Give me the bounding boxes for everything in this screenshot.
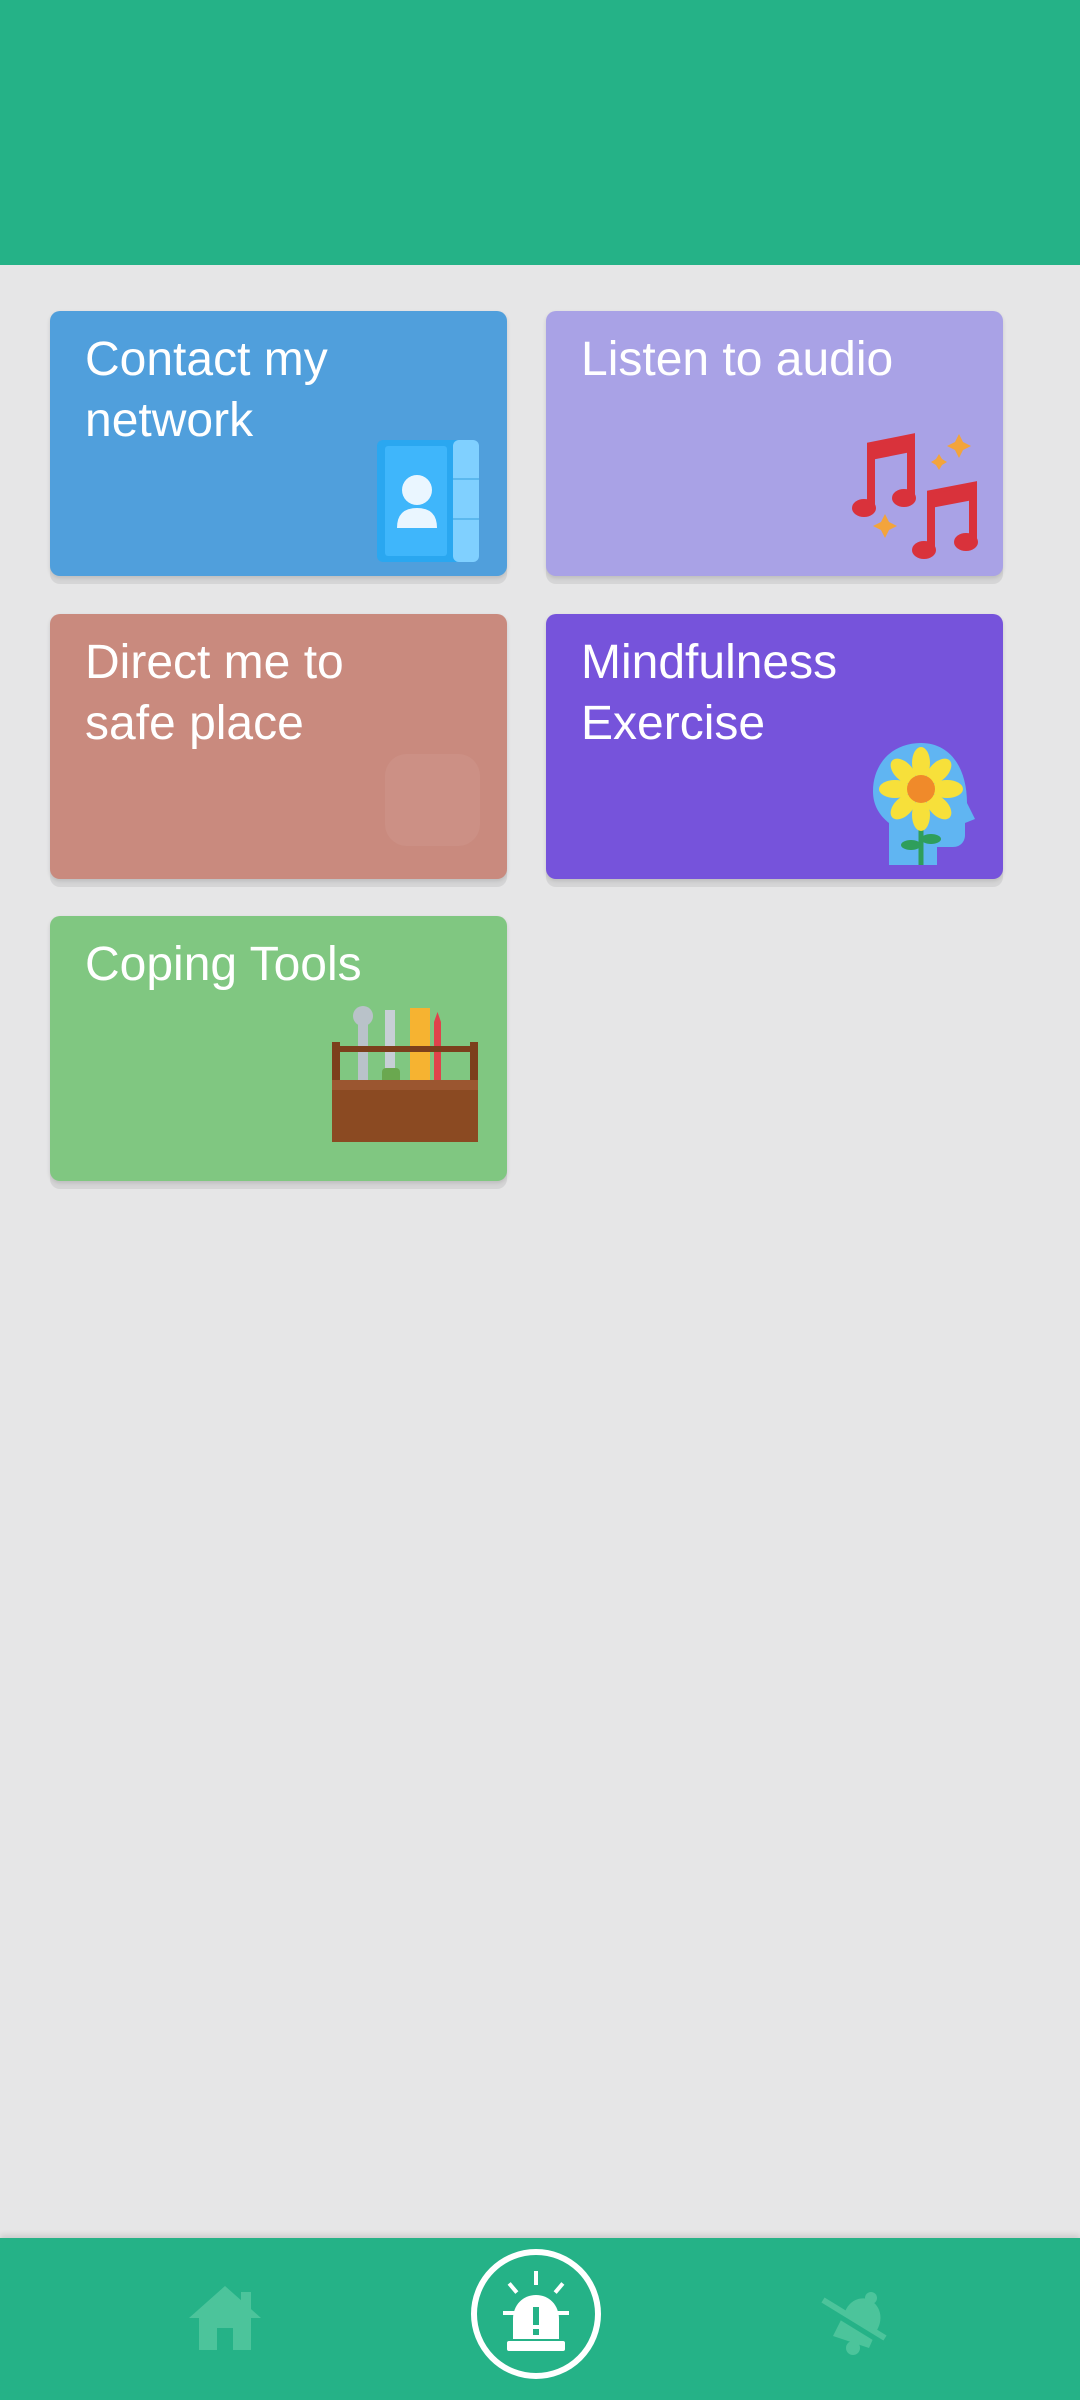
top-app-bar bbox=[0, 0, 1080, 265]
map-pin-icon bbox=[385, 754, 480, 846]
contact-book-icon bbox=[377, 440, 479, 562]
listen-audio-tile[interactable]: Listen to audio bbox=[546, 311, 1003, 576]
contact-network-tile[interactable]: Contact my network bbox=[50, 311, 507, 576]
tile-title: Direct me to safe place bbox=[85, 636, 344, 750]
mind-flower-icon bbox=[873, 743, 975, 865]
tile-title: Mindfulness Exercise bbox=[581, 636, 838, 750]
alarm-siren-button[interactable] bbox=[471, 2249, 601, 2379]
bell-off-icon[interactable] bbox=[815, 2282, 895, 2357]
mindfulness-exercise-tile[interactable]: Mindfulness Exercise bbox=[546, 614, 1003, 879]
tile-title: Coping Tools bbox=[85, 938, 362, 991]
alarm-siren-icon bbox=[503, 2271, 569, 2351]
music-notes-icon bbox=[852, 433, 978, 559]
safe-place-tile[interactable]: Direct me to safe place bbox=[50, 614, 507, 879]
toolbox-icon bbox=[332, 1006, 478, 1142]
coping-tools-tile[interactable]: Coping Tools bbox=[50, 916, 507, 1181]
tile-title: Listen to audio bbox=[581, 333, 894, 386]
tile-title: Contact my network bbox=[85, 333, 328, 447]
home-icon[interactable] bbox=[185, 2282, 265, 2354]
bottom-navigation-bar bbox=[0, 2238, 1080, 2400]
